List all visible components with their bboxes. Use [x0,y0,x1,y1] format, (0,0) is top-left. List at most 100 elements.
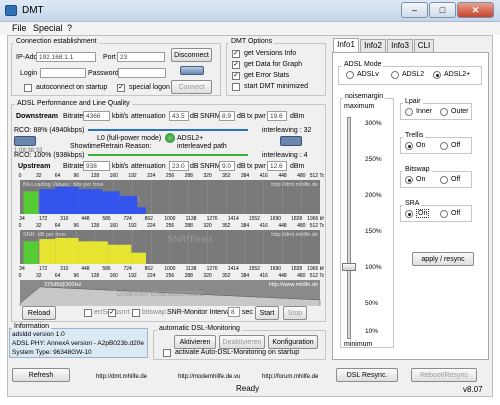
freq-tick-label: 1276 [207,266,218,272]
maximize-button[interactable]: □ [429,2,456,18]
start-minimized-checkbox[interactable] [232,83,240,91]
status-text: Ready [236,384,260,393]
link-forum[interactable]: http://forum.mhilfe.de [262,374,318,380]
adsl2-radio[interactable] [391,71,399,79]
scale-100: 100% [365,264,382,271]
ip-input[interactable]: 192.168.1.1 [36,52,96,62]
retrain-label: ShowtimeRetrain Reason: [70,143,152,150]
refresh-button[interactable]: Refresh [12,368,70,382]
tone-tick-label: 224 [147,173,156,179]
sra-off-radio[interactable] [440,210,448,218]
connect-button[interactable]: Connect [171,80,212,94]
login-label: Login [20,70,38,77]
scale-250: 250% [365,156,382,163]
ds-snrm-unit: dB [237,113,246,120]
channel-corner-label: 375dB@300Hz [44,282,82,288]
trellis-off-radio[interactable] [440,142,448,150]
tone-tick-label: 480 [297,273,306,279]
password-input[interactable] [118,68,166,78]
close-button[interactable]: ✕ [457,2,494,18]
activate-button[interactable]: Aktivieren [174,335,216,349]
tab-info2[interactable]: Info2 [360,39,386,52]
tone-tick-label: 448 [278,223,287,229]
reboot-resync-button[interactable]: Reboot/Resync [411,368,477,382]
noisemargin-slider-thumb[interactable] [342,263,356,271]
graph-data-checkbox[interactable]: ✓ [232,61,240,69]
menu-file[interactable]: File [12,23,27,33]
auto-monitoring-startup-checkbox[interactable] [163,349,171,357]
trellis-on-radio[interactable] [405,142,413,150]
freq-tick-label: 310 [60,266,69,272]
stop-button[interactable]: Stop [283,306,307,320]
freq-tick-label: 586 [102,216,111,222]
autoconnect-checkbox[interactable] [24,84,32,92]
dsl-resync-button[interactable]: DSL Resync. [336,368,398,382]
freq-tick-label: 724 [123,216,132,222]
freq-tick-label: 172 [39,216,48,222]
bits-downstream-bar [137,207,146,214]
login-input[interactable] [40,68,86,78]
link-modemhilfe[interactable]: http://modemhilfe.de.vu [178,374,240,380]
deactivate-button[interactable]: Deaktivieren [219,335,265,349]
freq-tick-label: 1828 [291,216,302,222]
us-snrm-label: SNRM [200,163,221,170]
tone-tick-label: 512 Tone [310,223,324,229]
snr-downstream-bar [78,241,108,264]
tab-info1[interactable]: Info1 [333,38,359,52]
us-atten-value: 23.0 [169,161,189,171]
adsl2plus-radio[interactable] [433,71,441,79]
reload-button[interactable]: Reload [22,306,56,320]
adslv-radio[interactable] [346,71,354,79]
lpair-inner-radio[interactable] [405,108,413,116]
apply-resync-button[interactable]: apply / resync [412,252,474,266]
bitswap-off-radio[interactable] [440,176,448,184]
snr-interval-input[interactable]: 8 [228,307,240,317]
menu-help[interactable]: ? [67,23,72,33]
tone-tick-label: 128 [91,173,100,179]
bits-chart-url: http://dmt.mhilfe.de [271,182,318,188]
ds-bitrate-unit: kbit/s [112,113,129,120]
adslv-label: ADSLv [357,71,379,78]
versions-info-checkbox[interactable]: ✓ [232,50,240,58]
tone-tick-label: 256 [166,273,175,279]
tone-tick-label: 96 [73,273,79,279]
lpair-outer-radio[interactable] [440,108,448,116]
interleaving-down: interleaving : 32 [262,127,312,134]
freq-tick-label: 1552 [249,216,260,222]
special-logon-checkbox[interactable]: ✓ [117,84,125,92]
bitswap-checkbox[interactable] [132,309,140,317]
sra-on-radio[interactable] [405,210,413,218]
start-button[interactable]: Start [255,306,279,320]
config-button[interactable]: Konfiguration [268,335,318,349]
autoconnect-label: autoconnect on startup [36,84,108,91]
tab-info3[interactable]: Info3 [387,39,413,52]
errsecs-checkbox[interactable] [84,309,92,317]
menu-special[interactable]: Special [33,23,63,33]
bitswap-label: bitswap [142,309,166,316]
freq-tick-label: 34 [19,216,25,222]
port-input[interactable]: 23 [117,52,165,62]
link-dmt[interactable]: http://dmt.mhilfe.de [96,374,147,380]
channel-chart-url: http://www.mhilfe.de [269,282,318,288]
error-stats-checkbox[interactable]: ✓ [232,72,240,80]
us-bitrate-value: 938 [83,161,110,171]
adsl2-option-label: ADSL2 [402,71,425,78]
versions-info-label: get Versions Info [244,50,297,57]
snrt-label: snrt [118,309,130,316]
bitswap-on-radio[interactable] [405,176,413,184]
tone-tick-label: 288 [185,173,194,179]
bitswap-off-label: Off [451,176,461,183]
error-stats-label: get Error Stats [244,72,290,79]
snr-chart-url: http://dmt.mhilfe.de [271,232,318,238]
disconnect-button[interactable]: Disconnect [171,48,212,62]
password-label: Password [88,70,119,77]
minimize-button[interactable]: – [401,2,428,18]
snr-watermark: SNR/Tones [167,234,213,244]
freq-tick-label: 1552 [249,266,260,272]
channel-watermark: channel characteristic [116,288,204,298]
tone-tick-label: 32 [36,173,42,179]
freq-tick-label: 1138 [186,266,197,272]
tab-cli[interactable]: CLI [414,39,434,52]
us-bitrate-label: Bitrate [63,163,84,170]
snrt-checkbox[interactable]: ✓ [108,309,116,317]
